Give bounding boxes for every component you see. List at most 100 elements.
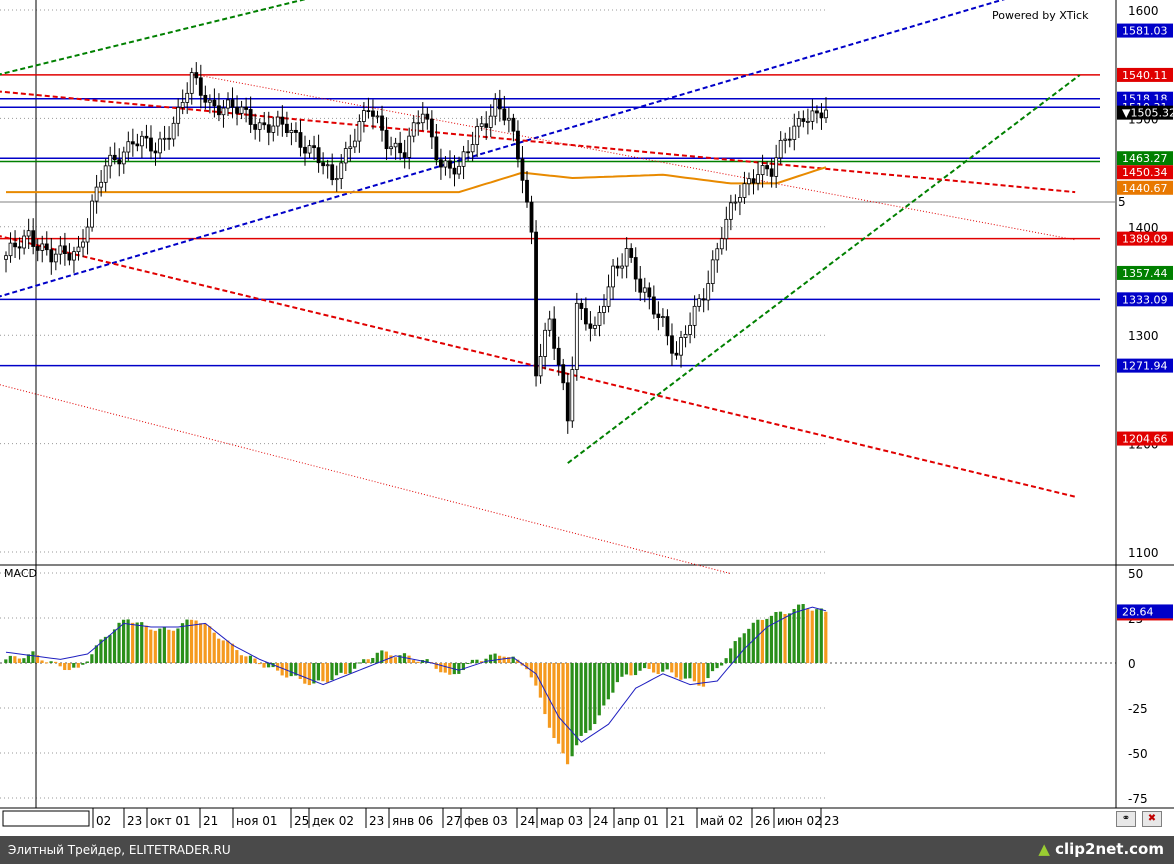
candle-body [198, 77, 203, 96]
candle-body [321, 162, 326, 167]
macd-bar [158, 628, 162, 663]
candle-body [679, 337, 683, 356]
candle-body [819, 112, 824, 119]
macd-bar [298, 663, 302, 680]
macd-bar [488, 654, 493, 663]
macd-bar [611, 663, 615, 693]
candle-body [153, 150, 158, 154]
macd-bar [475, 659, 479, 663]
macd-bar [40, 660, 44, 663]
chain-icon[interactable]: ⚭ [1116, 811, 1136, 827]
macd-tick-label: -50 [1128, 747, 1148, 761]
clip2net-logo[interactable]: ▲ clip2net.com [1038, 840, 1164, 858]
price-badge: 1581.03 [1117, 23, 1173, 38]
candle-body [117, 159, 122, 165]
candle-body [715, 248, 720, 261]
candle-body [407, 135, 412, 158]
candle-body [774, 157, 779, 177]
macd-bar [457, 663, 461, 674]
trading-chart[interactable]: Powered by XTick 16001500140013001200110… [0, 0, 1174, 836]
candle-body [411, 122, 416, 137]
candle-body [81, 241, 85, 248]
macd-bar [212, 632, 216, 663]
x-tick-label: апр 01 [617, 814, 659, 828]
candle-body [516, 130, 520, 160]
candle-body [511, 117, 516, 132]
candle-body [674, 352, 679, 356]
macd-bar [602, 663, 606, 706]
partial-tick-label: 5 [1118, 195, 1126, 209]
candle-body [371, 110, 375, 117]
candle-body [112, 154, 117, 161]
candle-body [207, 99, 212, 103]
price-tick-label: 1100 [1128, 546, 1159, 560]
candle-body [547, 318, 552, 331]
close-icon[interactable]: ✖ [1142, 811, 1162, 827]
macd-bar [756, 619, 760, 663]
candle-body [235, 106, 239, 114]
macd-bar [257, 663, 262, 665]
candle-body [738, 197, 742, 203]
macd-bar [806, 608, 810, 663]
candle-body [171, 122, 176, 140]
macd-bar [58, 663, 62, 667]
macd-bar [348, 663, 352, 674]
macd-bar [248, 655, 253, 663]
macd-bar [633, 663, 638, 676]
candle-body [185, 92, 190, 103]
candle-body [815, 110, 819, 114]
candle-body [416, 122, 421, 125]
candle-body [810, 110, 815, 122]
candle-body [620, 265, 625, 269]
macd-bar [81, 663, 85, 665]
candle-body [239, 106, 244, 114]
macd-bar [330, 663, 334, 681]
macd-bar [647, 663, 651, 669]
candle-body [194, 72, 199, 79]
candle-body [787, 138, 792, 141]
macd-value-badge: 28.64 [1117, 604, 1173, 619]
candle-body [565, 382, 570, 422]
candle-body [343, 148, 348, 164]
candle-body [90, 200, 94, 228]
candle-body [756, 174, 760, 184]
candle-body [44, 243, 49, 251]
macd-bar [103, 636, 108, 663]
macd-bar [815, 609, 819, 663]
macd-bar [230, 643, 234, 663]
clip2net-logo-icon: ▲ [1038, 840, 1050, 858]
candle-body [85, 226, 90, 243]
candle-body [67, 253, 72, 261]
x-tick-label: дек 02 [312, 814, 354, 828]
candle-body [747, 178, 751, 185]
macd-bar [715, 663, 719, 669]
candle-body [257, 122, 262, 130]
macd-bar [724, 658, 728, 663]
macd-bar [85, 661, 89, 663]
candle-body [588, 323, 593, 329]
macd-bar [556, 663, 561, 744]
candle-body [439, 159, 443, 168]
candle-body [375, 115, 380, 118]
macd-bar [17, 658, 21, 663]
candle-body [4, 255, 8, 260]
macd-bar [720, 663, 724, 666]
macd-bar [149, 629, 153, 663]
candle-body [688, 324, 692, 335]
candle-body [393, 142, 398, 148]
candle-body [362, 110, 366, 122]
x-tick-label: ноя 01 [236, 814, 278, 828]
candle-body [525, 179, 529, 203]
candle-body [488, 115, 493, 128]
macd-bar [656, 663, 660, 674]
macd-bar [615, 663, 620, 683]
macd-tick-label: 50 [1128, 567, 1143, 581]
x-tick-label: 25 [294, 814, 309, 828]
x-tick-label: 24 [593, 814, 608, 828]
candle-body [656, 313, 661, 318]
candle-body [384, 129, 389, 150]
candle-body [135, 143, 140, 147]
macd-bar [565, 663, 570, 765]
candle-body [457, 165, 461, 175]
macd-bar [638, 663, 642, 671]
